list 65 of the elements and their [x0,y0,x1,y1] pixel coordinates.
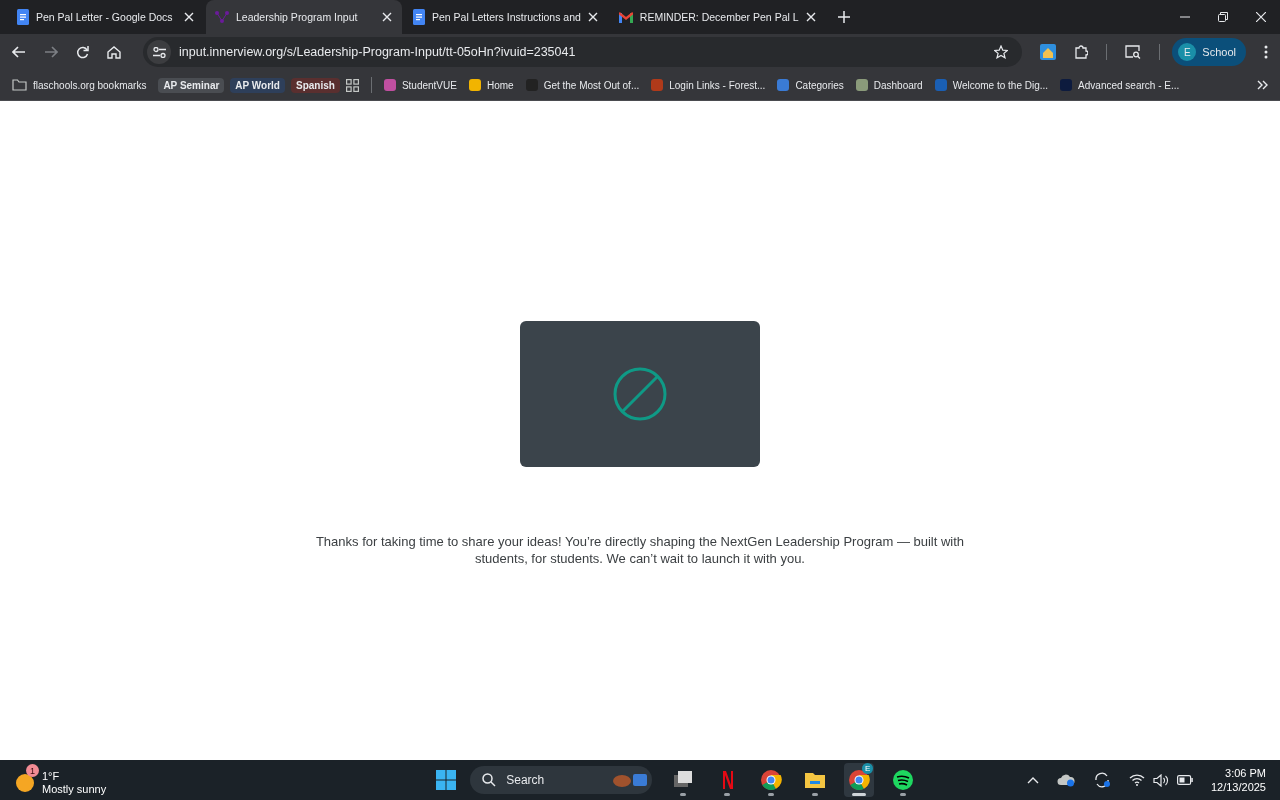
more-menu-icon[interactable] [1264,45,1268,59]
avatar: E [1178,43,1197,61]
apps-grid-icon[interactable] [345,78,359,92]
document-icon [413,9,425,25]
browser-tab[interactable]: Pen Pal Letters Instructions and [404,0,608,34]
tab-search-icon[interactable] [1125,45,1142,59]
network-icon [215,11,229,23]
sync-icon[interactable] [1092,772,1111,788]
reload-icon[interactable] [76,45,89,59]
chrome-icon [760,769,783,791]
plus-icon[interactable] [837,11,850,23]
profile-button[interactable]: E School [1172,38,1246,66]
search-icon [482,773,497,787]
temperature: 1°F [42,770,61,783]
system-status-button[interactable] [1128,773,1193,787]
bookmark-chip[interactable]: Spanish [291,77,340,93]
notification-badge: 1 [26,764,39,777]
weather-condition: Mostly sunny [42,783,107,796]
bookmark-link[interactable]: Login Links - Forest... [651,79,766,91]
windows-start-icon[interactable] [436,770,457,790]
bookmark-link[interactable]: Get the Most Out of... [525,79,640,91]
bookmark-folder[interactable]: flaschools.org bookmarks [12,79,147,91]
browser-tab[interactable]: REMINDER: December Pen Pal L [609,0,826,34]
restore-icon[interactable] [1218,12,1228,22]
profile-badge: E [862,763,874,774]
browser-tab[interactable]: Leadership Program Input [206,0,402,34]
close-icon[interactable] [1256,12,1266,22]
bookmark-chip[interactable]: AP Seminar [158,77,225,93]
bookmark-link[interactable]: Advanced search - E... [1060,79,1180,91]
extension-house-icon[interactable] [1040,44,1057,60]
puzzle-icon[interactable] [1074,45,1089,59]
folder-icon [12,79,27,91]
close-icon[interactable] [805,12,816,22]
document-icon [17,9,29,25]
forward-arrow-icon[interactable] [44,46,58,58]
chevron-up-icon[interactable] [1026,776,1039,784]
close-icon[interactable] [382,12,392,22]
speaker-icon [1152,773,1169,787]
prohibited-icon [612,366,668,422]
close-icon[interactable] [587,12,598,22]
wifi-icon [1128,774,1145,786]
star-icon[interactable] [994,45,1009,59]
close-icon[interactable] [184,12,194,22]
weather-widget[interactable]: 1 1°F Mostly sunny [16,764,107,796]
chrome-icon [848,769,871,791]
bookmark-link[interactable]: Dashboard [855,79,923,91]
cloud-icon[interactable] [1056,773,1075,787]
home-icon[interactable] [107,45,121,59]
chevrons-icon[interactable] [1257,80,1268,90]
spotify-icon [892,769,915,791]
address-bar[interactable]: input.innerview.org/s/Leadership-Program-Input/tt-05oHn?ivuid=235041 [143,37,1023,67]
taskbar-app[interactable]: E [844,763,875,797]
bookmark-link[interactable]: StudentVUE [383,79,457,91]
bookmark-link[interactable]: Home [468,79,514,91]
bookmark-chip[interactable]: AP World [230,77,285,93]
browser-tab[interactable]: Pen Pal Letter - Google Docs [8,0,204,34]
thank-you-message: Thanks for taking time to share your ideas! You’re directly shaping the NextGen Leadership Program — built with students, for students. We can’t wait to launch it with you. [314,533,966,567]
search-field[interactable]: Search [470,766,653,794]
site-settings-icon[interactable] [152,46,166,58]
bookmark-link[interactable]: Categories [777,79,844,91]
mail-icon [618,11,633,23]
battery-icon [1176,775,1193,785]
clock-button[interactable]: 3:06 PM 12/13/2025 [1210,766,1266,794]
bookmark-link[interactable]: Welcome to the Dig... [934,79,1049,91]
back-arrow-icon[interactable] [12,46,26,58]
